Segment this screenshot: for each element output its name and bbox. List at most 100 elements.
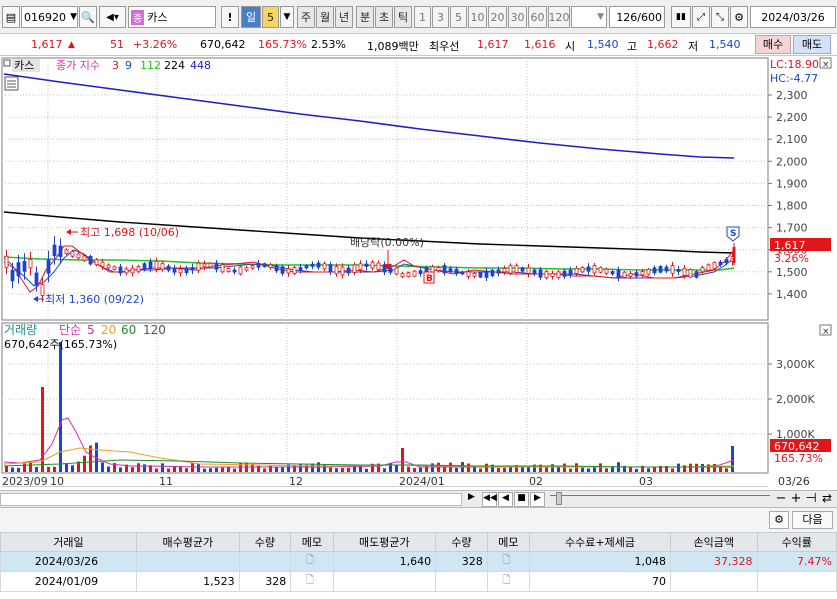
collapse-icon[interactable]: ⤡ bbox=[711, 6, 729, 28]
interval-button[interactable]: 30 bbox=[508, 6, 527, 28]
interval-dropdown[interactable]: ▼ bbox=[571, 6, 607, 28]
memo-icon[interactable]: 🗋 bbox=[502, 555, 510, 566]
column-header[interactable]: 손익금액 bbox=[670, 532, 758, 552]
zoom-in-icon[interactable]: + bbox=[789, 491, 803, 507]
stock-list-icon[interactable]: ▤ bbox=[2, 6, 20, 28]
candle-body bbox=[388, 267, 393, 273]
column-header[interactable]: 수수료+제세금 bbox=[529, 532, 672, 552]
column-header[interactable]: 매도평균가 bbox=[332, 532, 437, 552]
legend-ma112: 112 bbox=[140, 59, 161, 72]
candle-body bbox=[628, 273, 633, 277]
low-annotation: 최저 1,360 (09/22) bbox=[33, 293, 144, 306]
interval-button[interactable]: 5 bbox=[450, 6, 467, 28]
candle-body bbox=[76, 253, 81, 259]
candle-body bbox=[442, 265, 447, 274]
table-row[interactable]: 2024/03/26 🗋 1,640 328 🗋 1,048 37,328 7.47% bbox=[0, 551, 837, 572]
speaker-icon[interactable]: ◀▾ bbox=[99, 6, 126, 28]
buy-button[interactable]: 매수 bbox=[755, 35, 791, 54]
candle-body bbox=[100, 261, 105, 267]
next-button[interactable]: 다음 bbox=[792, 511, 833, 529]
column-header[interactable]: 메모 bbox=[486, 532, 531, 552]
table-cell[interactable]: 🗋 bbox=[486, 571, 531, 592]
table-cell[interactable]: 🗋 bbox=[290, 571, 334, 592]
data-count-field[interactable]: 126 /600 bbox=[609, 6, 665, 28]
memo-icon[interactable]: 🗋 bbox=[502, 575, 510, 586]
table-cell[interactable]: 🗋 bbox=[486, 551, 531, 572]
period-day-button[interactable]: 일 bbox=[241, 6, 261, 28]
legend-ma448: 448 bbox=[190, 59, 211, 72]
period-tick-button[interactable]: 틱 bbox=[394, 6, 412, 28]
table-row[interactable]: 2024/01/09 1,523 328 🗋 🗋 70 bbox=[0, 571, 837, 592]
volume-bar bbox=[731, 446, 734, 472]
play-icon[interactable]: ▶ bbox=[530, 492, 545, 507]
period-minute-button[interactable]: 분 bbox=[356, 6, 374, 28]
zoom-slider-handle[interactable] bbox=[556, 492, 562, 505]
memo-icon[interactable]: 🗋 bbox=[306, 555, 314, 566]
column-header[interactable]: 매수평균가 bbox=[135, 532, 240, 552]
date-field[interactable]: 2024/03/26 bbox=[750, 6, 836, 28]
interval-button[interactable]: 120 bbox=[548, 6, 570, 28]
calculator-icon[interactable] bbox=[4, 76, 19, 91]
price-panel-close-icon[interactable]: × bbox=[819, 57, 832, 70]
interval-button[interactable]: 20 bbox=[488, 6, 507, 28]
alert-icon[interactable]: ! bbox=[221, 6, 239, 28]
candle-body bbox=[574, 267, 579, 274]
sell-button[interactable]: 매도 bbox=[793, 35, 831, 54]
table-cell bbox=[238, 551, 292, 572]
column-header[interactable]: 수량 bbox=[435, 532, 488, 552]
stop-icon[interactable]: ■ bbox=[514, 492, 529, 507]
table-cell[interactable]: 🗋 bbox=[290, 551, 334, 572]
candle-body bbox=[604, 268, 609, 274]
candle-body bbox=[562, 270, 567, 277]
interval-button[interactable]: 10 bbox=[468, 6, 487, 28]
column-header[interactable]: 메모 bbox=[290, 532, 334, 552]
swap-icon[interactable]: ⇄ bbox=[820, 491, 834, 507]
stock-code-input[interactable]: 016920 ▼ bbox=[21, 6, 78, 28]
period-month-button[interactable]: 월 bbox=[316, 6, 334, 28]
toolbar: ▤ 016920 ▼ 🔍 ◀▾ 종 카스 ! 일 5 ▼ 주 월 년 분 초 틱… bbox=[0, 0, 837, 34]
gear-icon[interactable]: ⚙ bbox=[769, 511, 789, 529]
volume-bar bbox=[311, 463, 314, 472]
volume-bar bbox=[71, 465, 74, 472]
table-cell bbox=[135, 551, 240, 572]
expand-icon[interactable]: ⤢ bbox=[692, 6, 710, 28]
period-second-button[interactable]: 초 bbox=[375, 6, 393, 28]
period-year-button[interactable]: 년 bbox=[335, 6, 353, 28]
search-icon[interactable]: 🔍 bbox=[79, 6, 97, 28]
buy-signal-marker[interactable]: B bbox=[423, 271, 435, 284]
candle-body bbox=[334, 266, 339, 275]
zoom-out-icon[interactable]: − bbox=[774, 491, 788, 507]
table-header-row: 거래일 매수평균가 수량 메모 매도평균가 수량 메모 수수료+제세금 손익금액 수익률 bbox=[0, 532, 837, 552]
period-multiplier-field[interactable]: 5 bbox=[262, 6, 279, 28]
candle-body bbox=[34, 272, 39, 286]
step-back-icon[interactable]: ◀ bbox=[498, 492, 513, 507]
candle-body bbox=[670, 265, 675, 274]
scroll-right-icon[interactable]: ▶ bbox=[464, 492, 479, 507]
chevron-down-icon[interactable]: ▼ bbox=[70, 12, 77, 22]
volume-panel-close-icon[interactable]: × bbox=[819, 324, 832, 337]
interval-button[interactable]: 1 bbox=[414, 6, 431, 28]
multiplier-dropdown-icon[interactable]: ▼ bbox=[280, 6, 294, 28]
zoom-reset-icon[interactable]: ⊣ bbox=[804, 491, 818, 507]
gear-icon[interactable]: ⚙ bbox=[730, 6, 748, 28]
memo-icon[interactable]: 🗋 bbox=[306, 575, 314, 586]
column-header[interactable]: 수익률 bbox=[756, 532, 837, 552]
period-week-button[interactable]: 주 bbox=[297, 6, 315, 28]
interval-button[interactable]: 3 bbox=[432, 6, 449, 28]
candle-body bbox=[28, 259, 33, 269]
candle-body bbox=[202, 263, 207, 268]
interval-button[interactable]: 60 bbox=[528, 6, 547, 28]
volume-bar bbox=[263, 468, 266, 472]
low-note: 최저 1,360 (09/22) bbox=[45, 293, 144, 306]
zoom-slider[interactable] bbox=[550, 495, 770, 503]
candle-body bbox=[484, 270, 489, 278]
chart-scrollbar[interactable] bbox=[0, 493, 462, 506]
column-header[interactable]: 수량 bbox=[238, 532, 292, 552]
candle-body bbox=[520, 267, 525, 272]
stock-name-field[interactable]: 종 카스 bbox=[128, 6, 216, 28]
column-header[interactable]: 거래일 bbox=[0, 532, 137, 552]
rewind-icon[interactable]: ◀◀ bbox=[482, 492, 497, 507]
volume-bar bbox=[143, 464, 146, 472]
candle-icon[interactable]: ▮▮ bbox=[671, 6, 691, 28]
candle-body bbox=[160, 262, 165, 270]
